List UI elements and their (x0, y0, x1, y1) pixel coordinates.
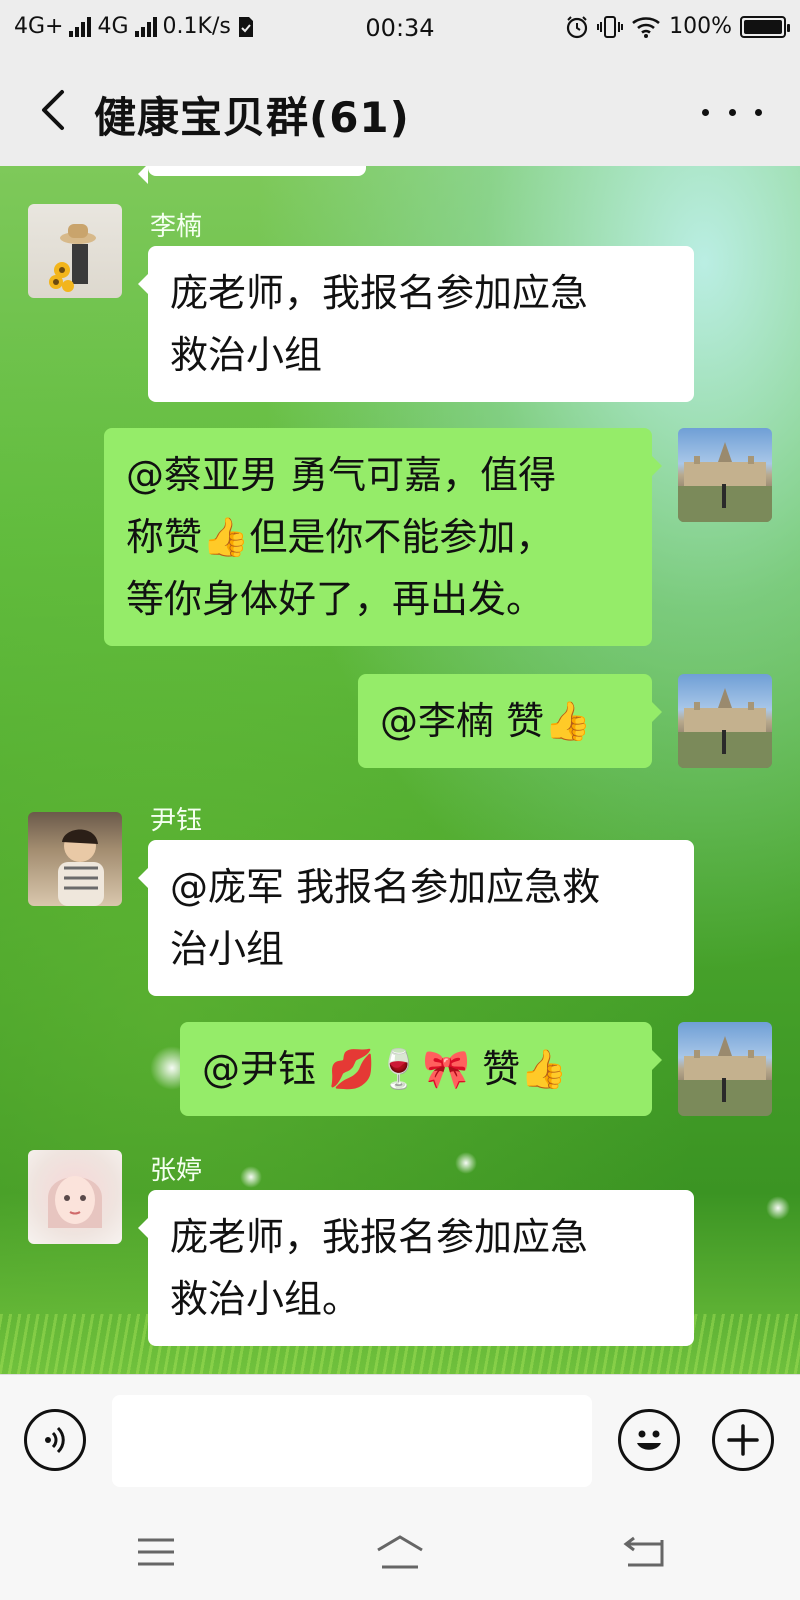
cartoon-girl-avatar-icon (48, 1176, 102, 1228)
message-line: @蔡亚男 勇气可嘉，值得 (126, 453, 557, 497)
message-line: 庞老师，我报名参加应急 (170, 1215, 589, 1259)
more-options-button[interactable] (702, 94, 762, 130)
sparkle-decoration (455, 1152, 477, 1174)
wifi-icon (632, 16, 660, 38)
menu-icon (138, 1538, 174, 1566)
avatar[interactable] (28, 1150, 122, 1244)
avatar[interactable] (678, 674, 772, 768)
message-line: @李楠 赞👍 (380, 699, 592, 743)
message-line: 等你身体好了，再出发。 (126, 577, 545, 621)
castle-avatar-icon (678, 442, 772, 522)
more-dot-icon (755, 108, 762, 116)
chevron-left-icon (42, 90, 64, 130)
voice-button[interactable] (24, 1409, 86, 1471)
status-bar: 4G+ 4G 0.1K/s 00:34 100% (0, 0, 800, 54)
back-icon (623, 1536, 664, 1567)
sender-name: 张婷 (150, 1156, 203, 1186)
more-dot-icon (702, 108, 709, 116)
back-nav-button[interactable] (616, 1530, 672, 1574)
message-line: @尹钰 💋🍷🎀 赞👍 (202, 1047, 568, 1091)
sparkle-decoration (240, 1166, 262, 1188)
plus-button[interactable] (712, 1409, 774, 1471)
avatar[interactable] (678, 1022, 772, 1116)
girl-photo-avatar-icon (58, 829, 104, 906)
message-bubble[interactable]: @庞军 我报名参加应急救 治小组 (138, 840, 694, 996)
sunflower-hat-avatar-icon (49, 224, 96, 292)
sender-name: 李楠 (150, 212, 203, 242)
avatar[interactable] (28, 812, 122, 906)
chat-title: 健康宝贝群(61) (94, 93, 410, 142)
home-button[interactable] (372, 1530, 428, 1574)
home-icon (377, 1535, 423, 1569)
more-dot-icon (728, 108, 736, 116)
voice-icon (45, 1426, 65, 1454)
message-bubble[interactable]: @李楠 赞👍 (358, 674, 662, 768)
menu-button[interactable] (128, 1530, 184, 1574)
message-bubble[interactable]: 庞老师，我报名参加应急 救治小组 (138, 246, 694, 402)
sparkle-decoration (766, 1196, 790, 1220)
system-nav-bar (0, 1504, 800, 1600)
plus-icon (727, 1424, 759, 1456)
message-line: 救治小组。 (170, 1277, 361, 1321)
message-bubble[interactable]: @蔡亚男 勇气可嘉，值得 称赞👍但是你不能参加， 等你身体好了，再出发。 (104, 428, 662, 646)
castle-avatar-icon (678, 688, 772, 768)
message-line: @庞军 我报名参加应急救 (170, 865, 601, 909)
chat-header: 健康宝贝群(61) (0, 54, 800, 166)
input-bar (0, 1374, 800, 1504)
message-bubble[interactable]: @尹钰 💋🍷🎀 赞👍 (180, 1022, 662, 1116)
message-line: 救治小组 (170, 333, 323, 377)
message-bubble[interactable]: 庞老师，我报名参加应急 救治小组。 (138, 1190, 694, 1346)
status-right: 100% (565, 14, 790, 39)
sender-name: 尹钰 (150, 806, 203, 836)
message-bubble-partial[interactable] (138, 166, 366, 184)
battery-icon (740, 15, 790, 38)
message-line: 称赞👍但是你不能参加， (126, 515, 554, 559)
emoji-icon (637, 1430, 661, 1450)
castle-avatar-icon (678, 1036, 772, 1116)
alarm-icon (566, 15, 588, 38)
emoji-button[interactable] (618, 1409, 680, 1471)
back-button[interactable] (24, 82, 80, 138)
vibrate-icon (597, 15, 624, 38)
chat-area[interactable]: 李楠 庞老师，我报名参加应急 救治小组 @蔡亚男 勇气可嘉，值得 称赞👍但是你不… (0, 166, 800, 1374)
message-input[interactable] (112, 1395, 592, 1487)
message-line: 治小组 (170, 927, 285, 971)
message-line: 庞老师，我报名参加应急 (170, 271, 589, 315)
battery-percent: 100% (669, 14, 732, 39)
avatar[interactable] (678, 428, 772, 522)
avatar[interactable] (28, 204, 122, 298)
